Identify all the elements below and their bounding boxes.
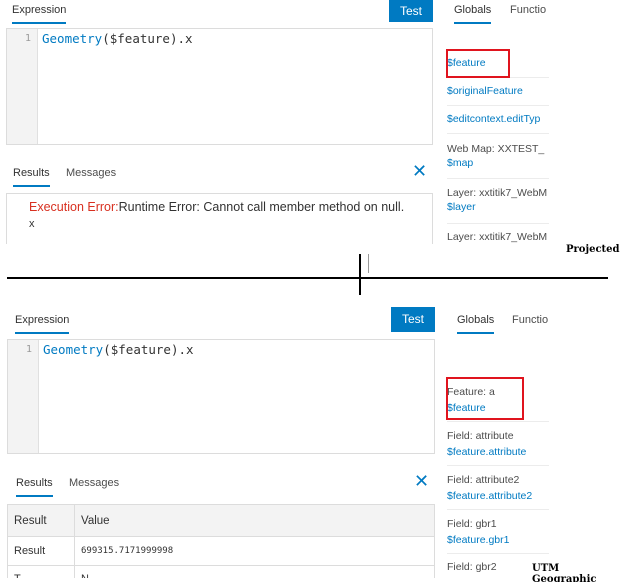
line-number: 1 bbox=[24, 33, 31, 44]
tab-messages[interactable]: Messages bbox=[66, 167, 116, 179]
global-label: Layer: xxtitik7_WebM bbox=[447, 231, 548, 243]
tab-results[interactable]: Results bbox=[16, 477, 53, 497]
divider-tick bbox=[359, 254, 361, 295]
tab-results[interactable]: Results bbox=[13, 167, 50, 187]
cell-type: T bbox=[14, 573, 21, 578]
header-value: Value bbox=[81, 515, 110, 527]
line-number: 1 bbox=[25, 344, 32, 355]
close-icon[interactable]: ✕ bbox=[414, 472, 429, 490]
code-function: Geometry bbox=[42, 31, 103, 46]
header-result: Result bbox=[14, 515, 47, 527]
global-value: $feature.attribute bbox=[447, 446, 527, 458]
global-item-map[interactable]: Web Map: XXTEST_ $map bbox=[447, 134, 549, 179]
code-line[interactable]: Geometry($feature).x bbox=[42, 31, 193, 46]
column-divider bbox=[74, 505, 75, 578]
error-line2: x bbox=[29, 218, 35, 230]
global-value: $feature.attribute2 bbox=[447, 490, 533, 502]
cell-type-value: N bbox=[81, 573, 89, 578]
code-args: ($feature).x bbox=[103, 342, 194, 357]
global-label: Layer: xxtitik7_WebM bbox=[447, 187, 548, 199]
tab-globals[interactable]: Globals bbox=[457, 314, 495, 334]
highlight-box bbox=[446, 377, 524, 420]
global-label: Field: attribute2 bbox=[447, 474, 520, 486]
results-panel: Execution Error:Runtime Error: Cannot ca… bbox=[6, 193, 433, 244]
error-text: Runtime Error: Cannot call member method… bbox=[118, 200, 405, 214]
caption-projected: Projected bbox=[566, 244, 620, 255]
global-value: $editcontext.editTyp bbox=[447, 113, 541, 125]
test-button[interactable]: Test bbox=[391, 307, 435, 332]
code-function: Geometry bbox=[43, 342, 104, 357]
row-divider bbox=[8, 565, 434, 566]
tab-expression[interactable]: Expression bbox=[12, 4, 67, 24]
cell-result: Result bbox=[14, 545, 46, 557]
tab-functions[interactable]: Functio bbox=[510, 4, 546, 16]
divider-line bbox=[7, 277, 608, 279]
close-icon[interactable]: ✕ bbox=[412, 162, 427, 180]
table-header-row bbox=[8, 505, 434, 537]
global-value: $map bbox=[447, 157, 474, 169]
cell-value: 699315.7171999998 bbox=[81, 546, 174, 556]
global-value: $feature.gbr1 bbox=[447, 534, 510, 546]
tab-functions[interactable]: Functio bbox=[512, 314, 548, 326]
code-args: ($feature).x bbox=[102, 31, 193, 46]
tab-globals[interactable]: Globals bbox=[454, 4, 492, 24]
code-line[interactable]: Geometry($feature).x bbox=[43, 342, 194, 357]
text-cursor bbox=[368, 254, 369, 273]
global-value: $layer bbox=[447, 201, 476, 213]
caption-utm: UTM Geographic bbox=[532, 563, 597, 582]
global-label: Field: gbr1 bbox=[447, 518, 497, 530]
global-item-editcontext[interactable]: $editcontext.editTyp bbox=[447, 106, 549, 134]
global-label: Web Map: XXTEST_ bbox=[447, 143, 545, 155]
highlight-box bbox=[446, 49, 510, 78]
global-item-attribute2[interactable]: Field: attribute2 $feature.attribute2 bbox=[447, 466, 549, 510]
global-item-gbr1[interactable]: Field: gbr1 $feature.gbr1 bbox=[447, 510, 549, 554]
global-item-attribute[interactable]: Field: attribute $feature.attribute bbox=[447, 422, 549, 466]
test-button[interactable]: Test bbox=[389, 0, 433, 22]
line-gutter: 1 bbox=[8, 340, 39, 453]
line-gutter: 1 bbox=[7, 29, 38, 144]
tab-messages[interactable]: Messages bbox=[69, 477, 119, 489]
global-item-layer-2[interactable]: Layer: xxtitik7_WebM bbox=[447, 224, 549, 246]
global-item-originalfeature[interactable]: $originalFeature bbox=[447, 78, 549, 106]
error-message: Execution Error:Runtime Error: Cannot ca… bbox=[29, 200, 404, 214]
results-table: Result Value Result 699315.7171999998 T … bbox=[7, 504, 435, 578]
global-label: Field: attribute bbox=[447, 430, 514, 442]
error-label: Execution Error: bbox=[29, 200, 119, 214]
tab-expression[interactable]: Expression bbox=[15, 314, 70, 334]
expression-editor[interactable]: 1 Geometry($feature).x bbox=[6, 28, 433, 145]
global-item-layer[interactable]: Layer: xxtitik7_WebM $layer bbox=[447, 179, 549, 224]
expression-editor[interactable]: 1 Geometry($feature).x bbox=[7, 339, 435, 454]
global-value: $originalFeature bbox=[447, 85, 523, 97]
